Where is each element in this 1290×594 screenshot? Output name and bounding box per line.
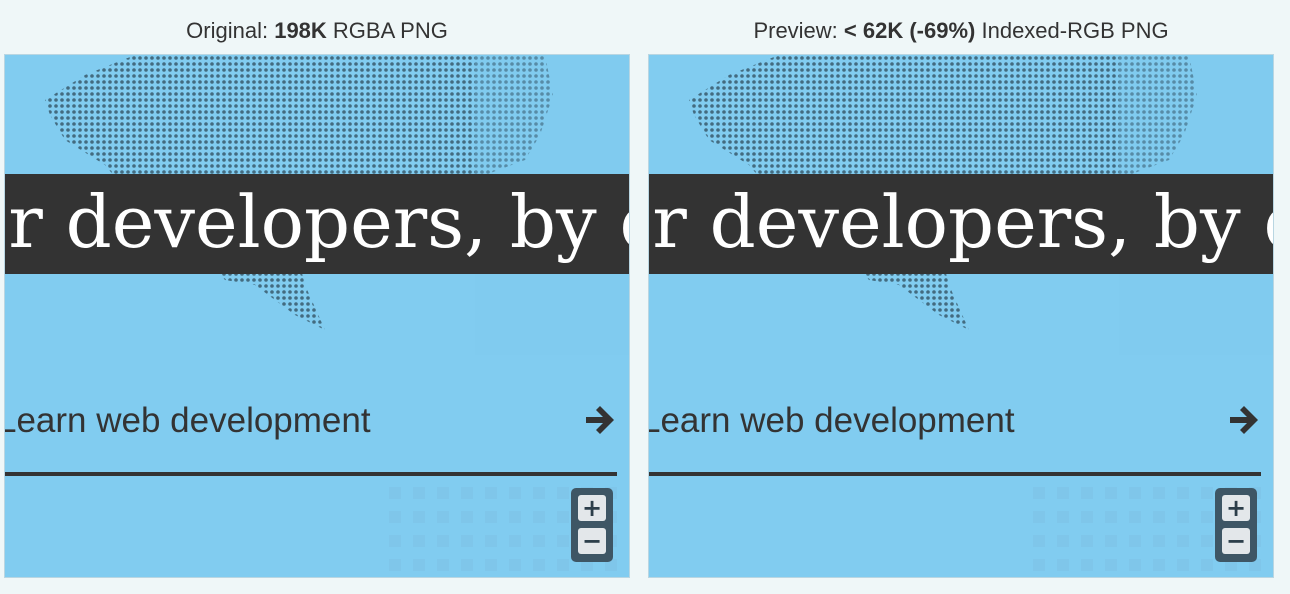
banner-band: or developers, by d (5, 174, 629, 274)
halftone-pattern (689, 55, 1273, 577)
learn-link[interactable]: Learn web development (649, 395, 1261, 445)
arrow-right-icon[interactable] (1227, 403, 1261, 437)
original-caption-suffix: RGBA PNG (326, 18, 448, 43)
zoom-out-button[interactable]: − (578, 528, 606, 554)
original-size: 198K (274, 18, 327, 43)
learn-link-text[interactable]: Learn web development (5, 401, 371, 441)
original-image-panel[interactable]: or developers, by d Learn web developmen… (4, 54, 630, 578)
zoom-out-button[interactable]: − (1222, 528, 1250, 554)
banner-band: or developers, by d (649, 174, 1273, 274)
preview-caption-suffix: Indexed-RGB PNG (975, 18, 1169, 43)
zoom-in-button[interactable]: + (578, 495, 606, 521)
zoom-in-button[interactable]: + (1222, 495, 1250, 521)
banner-text: or developers, by d (649, 180, 1273, 264)
halftone-pattern (45, 55, 629, 577)
original-caption-prefix: Original: (186, 18, 275, 43)
learn-link-text[interactable]: Learn web development (649, 401, 1015, 441)
zoom-controls: + − (1215, 488, 1257, 562)
link-underline (5, 472, 617, 476)
original-caption: Original: 198K RGBA PNG (4, 18, 630, 46)
link-underline (649, 472, 1261, 476)
preview-size: < 62K (-69%) (843, 18, 976, 43)
banner-text: or developers, by d (5, 180, 629, 264)
preview-caption-prefix: Preview: (753, 18, 844, 43)
zoom-controls: + − (571, 488, 613, 562)
arrow-right-icon[interactable] (583, 403, 617, 437)
preview-caption: Preview: < 62K (-69%) Indexed-RGB PNG (648, 18, 1274, 46)
preview-image-panel[interactable]: or developers, by d Learn web developmen… (648, 54, 1274, 578)
learn-link[interactable]: Learn web development (5, 395, 617, 445)
